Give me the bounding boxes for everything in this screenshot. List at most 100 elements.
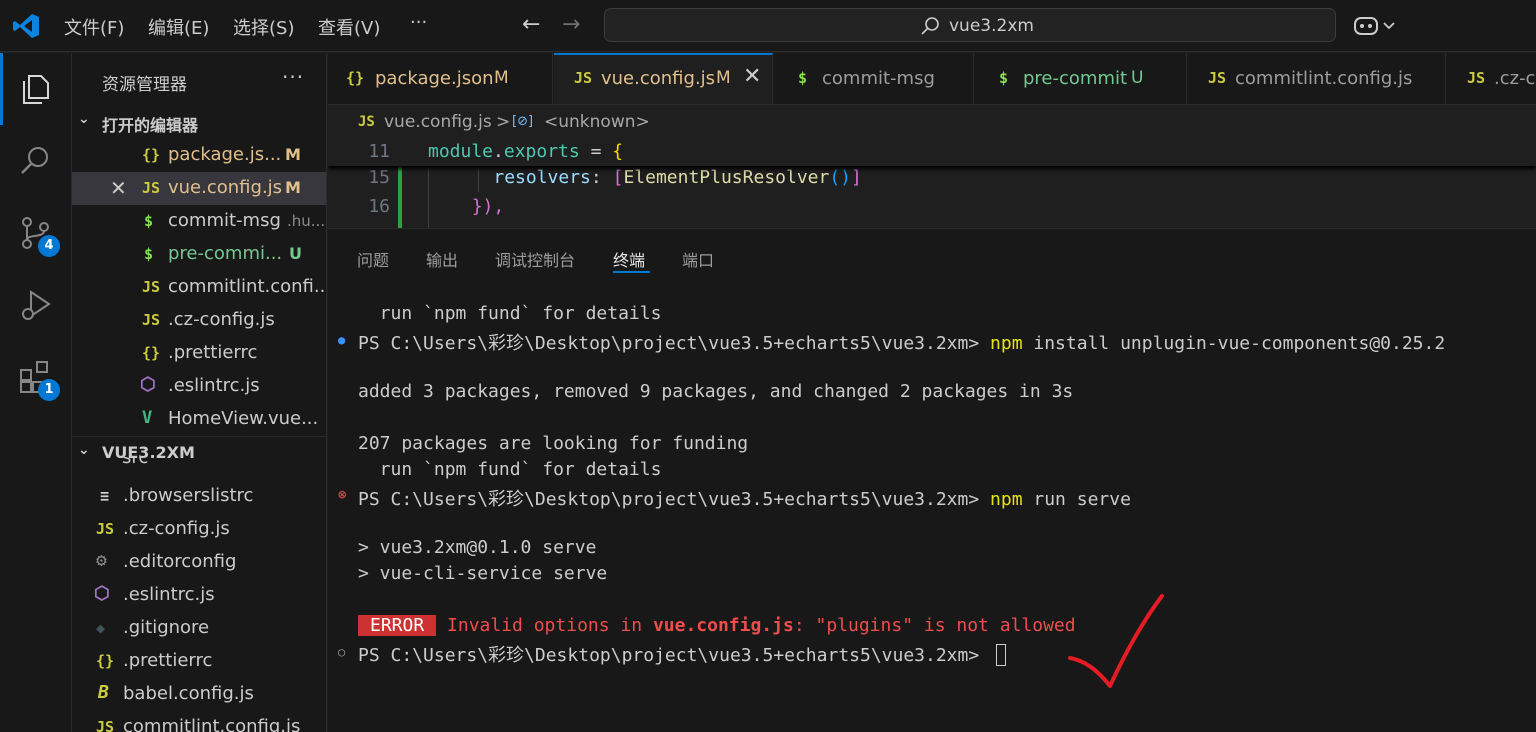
- tab-package-json[interactable]: {} package.json M: [328, 53, 553, 104]
- forward-arrow-icon[interactable]: →: [562, 12, 580, 37]
- terminal-command-args: run serve: [1022, 489, 1131, 510]
- code-token: .: [493, 141, 504, 162]
- line-number: 15: [368, 167, 390, 188]
- tab-label: commit-msg: [822, 68, 935, 89]
- command-center-search[interactable]: vue3.2xm: [604, 8, 1336, 42]
- file-prettierrc[interactable]: {} .prettierrc: [72, 645, 326, 678]
- activity-source-control[interactable]: 4: [0, 197, 72, 269]
- json-icon: {}: [142, 344, 161, 362]
- menu-view[interactable]: 查看(V): [318, 14, 380, 40]
- menu-more-icon[interactable]: ···: [410, 12, 427, 33]
- open-editor-eslintrc[interactable]: ⬡ .eslintrc.js: [72, 370, 326, 403]
- more-actions-icon[interactable]: ···: [282, 65, 304, 89]
- menu-file[interactable]: 文件(F): [64, 14, 124, 40]
- terminal-command-args: install unplugin-vue-components@0.25.2: [1022, 333, 1446, 354]
- sticky-scroll-line[interactable]: 11 module.exports = {: [328, 138, 1536, 166]
- breadcrumb-symbol[interactable]: <unknown>: [544, 112, 650, 132]
- tab-ports[interactable]: 端口: [682, 247, 714, 271]
- activity-bar: 4 1: [0, 53, 72, 732]
- activity-search[interactable]: [0, 125, 72, 197]
- file-browserslistrc[interactable]: ≡ .browserslistrc: [72, 480, 326, 513]
- json-icon: {}: [142, 146, 161, 164]
- close-icon[interactable]: ✕: [743, 64, 761, 89]
- breadcrumb-separator: >: [496, 112, 511, 132]
- file-babel-config[interactable]: B babel.config.js: [72, 678, 326, 711]
- menu-edit[interactable]: 编辑(E): [148, 14, 209, 40]
- code-line: }),: [450, 196, 505, 217]
- tab-cz-config[interactable]: JS .cz-co: [1447, 53, 1536, 104]
- file-name: commitlint.config.js: [123, 716, 301, 732]
- open-editor-homeview[interactable]: V HomeView.vue...: [72, 403, 326, 436]
- open-editors-label: 打开的编辑器: [102, 116, 199, 135]
- vue-icon: V: [142, 408, 153, 428]
- open-editor-prettierrc[interactable]: {} .prettierrc: [72, 337, 326, 370]
- search-icon: [921, 17, 939, 35]
- code-token: }),: [471, 196, 505, 217]
- line-number: 11: [368, 141, 390, 162]
- open-editors-header[interactable]: ⌄ 打开的编辑器: [72, 107, 326, 137]
- code-token: module: [428, 141, 494, 162]
- editor-tabs: {} package.json M JS vue.config.js M ✕ $…: [328, 53, 1536, 105]
- red-checkmark-annotation: [1068, 594, 1164, 688]
- file-name: pre-commi...: [168, 243, 283, 264]
- terminal-prompt: PS C:\Users\彩珍\Desktop\project\vue3.5+ec…: [358, 489, 991, 510]
- babel-icon: B: [98, 682, 109, 703]
- activity-explorer[interactable]: [0, 53, 72, 125]
- file-name: .prettierrc: [123, 650, 213, 671]
- open-editor-commitlint[interactable]: JS commitlint.confi...: [72, 271, 327, 304]
- code-token: ]: [851, 167, 862, 188]
- file-gitignore[interactable]: ◆ .gitignore: [72, 612, 326, 645]
- tab-label: .cz-co: [1494, 68, 1536, 89]
- folder-src-partial[interactable]: src: [72, 457, 326, 473]
- open-editor-package-json[interactable]: {} package.js... M: [72, 139, 326, 172]
- activity-run-debug[interactable]: [0, 269, 72, 341]
- explorer-sidebar: 资源管理器 ··· ⌄ 打开的编辑器 {} package.js... M ✕ …: [72, 53, 327, 732]
- open-editor-vue-config[interactable]: ✕ JS vue.config.js M: [72, 172, 326, 205]
- bottom-panel: 问题 输出 调试控制台 终端 端口 run `npm fund` for det…: [328, 228, 1536, 732]
- copilot-icon[interactable]: [1352, 12, 1400, 40]
- title-bar: 文件(F) 编辑(E) 选择(S) 查看(V) ··· ← → vue3.2xm: [0, 0, 1536, 52]
- active-tab-indicator: [613, 271, 650, 273]
- tab-debug-console[interactable]: 调试控制台: [495, 247, 575, 271]
- file-editorconfig[interactable]: ⚙ .editorconfig: [72, 546, 326, 579]
- file-eslintrc[interactable]: ⬡ .eslintrc.js: [72, 579, 326, 612]
- file-name: babel.config.js: [123, 683, 254, 704]
- explorer-icon: [23, 75, 49, 104]
- tab-label: commitlint.config.js: [1235, 68, 1413, 89]
- tab-pre-commit[interactable]: $ pre-commit U: [975, 53, 1187, 104]
- tab-problems[interactable]: 问题: [357, 247, 389, 271]
- vscode-logo-icon[interactable]: [12, 12, 40, 40]
- tab-terminal[interactable]: 终端: [613, 247, 645, 271]
- close-icon[interactable]: ✕: [110, 176, 127, 200]
- modified-mark: M: [285, 145, 301, 164]
- tab-commit-msg[interactable]: $ commit-msg: [774, 53, 974, 104]
- file-name: .cz-config.js: [168, 309, 275, 330]
- tab-output[interactable]: 输出: [426, 247, 458, 271]
- menu-selection[interactable]: 选择(S): [233, 14, 294, 40]
- file-name: .eslintrc.js: [123, 584, 215, 605]
- file-cz-config[interactable]: JS .cz-config.js: [72, 513, 326, 546]
- tab-commitlint[interactable]: JS commitlint.config.js: [1188, 53, 1446, 104]
- terminal-prompt: PS C:\Users\彩珍\Desktop\project\vue3.5+ec…: [358, 333, 991, 354]
- search-icon: [21, 147, 48, 174]
- breadcrumb: JS vue.config.js > [⊘] <unknown>: [328, 106, 1536, 138]
- javascript-icon: JS: [96, 520, 115, 538]
- tab-vue-config[interactable]: JS vue.config.js M ✕: [554, 53, 773, 104]
- open-editor-cz-config[interactable]: JS .cz-config.js: [72, 304, 326, 337]
- activity-extensions[interactable]: 1: [0, 341, 72, 413]
- file-commitlint-config[interactable]: JS commitlint.config.js: [72, 711, 326, 732]
- line-number: 16: [368, 196, 390, 217]
- error-text: : "plugins" is not allowed: [793, 615, 1076, 636]
- javascript-icon: JS: [1208, 69, 1227, 87]
- open-editor-pre-commit[interactable]: $ pre-commi... U: [72, 238, 326, 271]
- code-editor[interactable]: 11 module.exports = { 15 resolvers: [Ele…: [328, 138, 1536, 228]
- back-arrow-icon[interactable]: ←: [522, 12, 540, 37]
- code-token: {: [612, 141, 624, 162]
- open-editor-commit-msg[interactable]: $ commit-msg .hu...: [72, 205, 326, 238]
- breadcrumb-file[interactable]: vue.config.js: [384, 112, 492, 132]
- javascript-icon: JS: [142, 278, 161, 296]
- code-token: :: [590, 167, 613, 188]
- error-file: vue.config.js: [652, 615, 794, 636]
- file-name: commitlint.confi...: [168, 276, 327, 297]
